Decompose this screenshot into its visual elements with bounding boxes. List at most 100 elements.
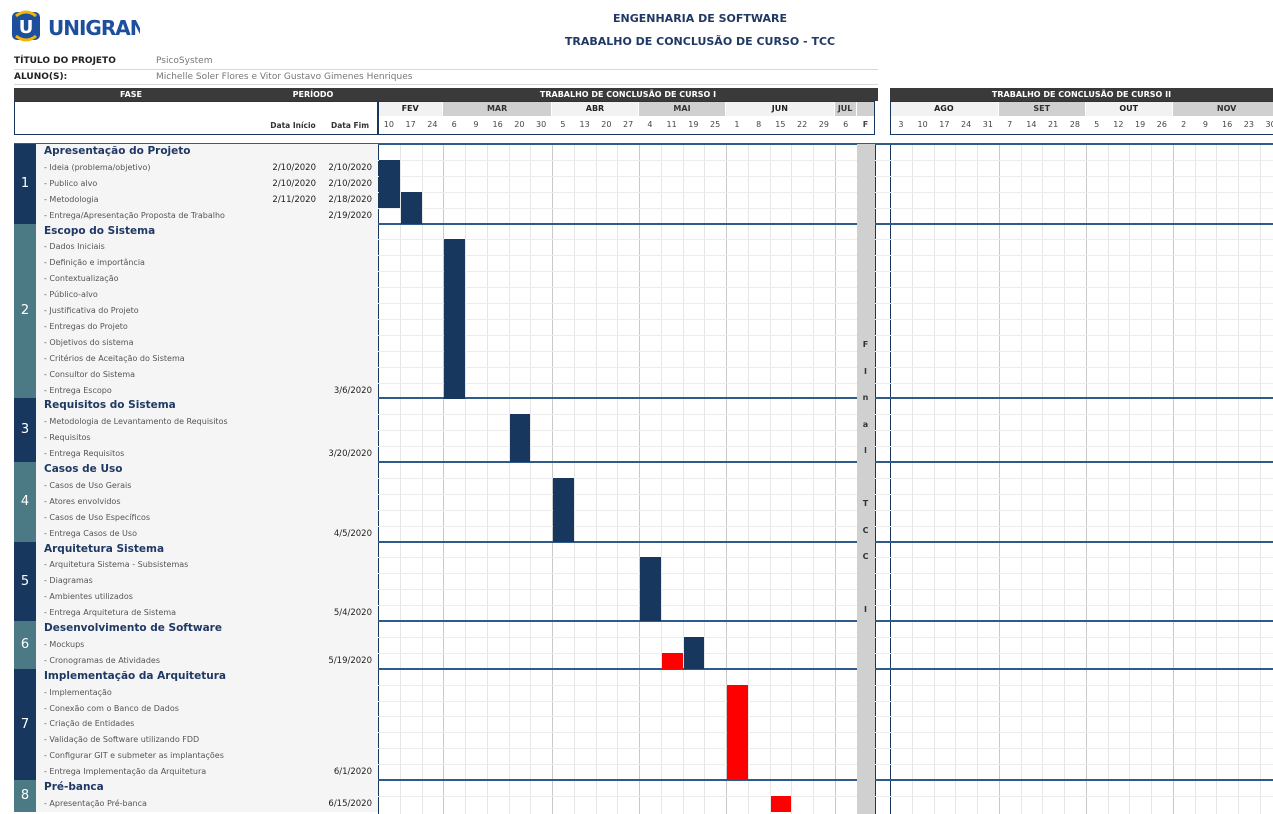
grid-vline bbox=[704, 144, 706, 814]
phase-title: Casos de Uso bbox=[44, 463, 123, 475]
task-name: - Casos de Uso Específicos bbox=[44, 512, 151, 522]
task-name: - Mockups bbox=[44, 639, 85, 649]
grid-vline bbox=[617, 144, 619, 814]
final-marker-letter: F bbox=[862, 340, 869, 349]
grid-vline bbox=[421, 144, 423, 814]
grid-vline bbox=[486, 144, 488, 814]
students-value: Michelle Soler Flores e Vitor Gustavo Gi… bbox=[156, 72, 413, 82]
grid-vline bbox=[1020, 144, 1022, 814]
data-inicio-header: Data Início bbox=[270, 121, 316, 130]
task-end-date: 2/10/2020 bbox=[328, 162, 372, 173]
gantt-bar bbox=[553, 477, 574, 495]
phase-number: 8 bbox=[14, 780, 36, 812]
task-name: - Configurar GIT e submeter as implantaç… bbox=[44, 751, 224, 761]
tcc2-header-box bbox=[890, 101, 1273, 135]
grid-vline bbox=[1129, 144, 1131, 814]
task-start-date: 2/11/2020 bbox=[272, 194, 316, 205]
gantt-bar bbox=[553, 509, 574, 527]
task-name: - Criação de Entidades bbox=[44, 719, 135, 729]
task-name: - Entrega Casos de Uso bbox=[44, 528, 137, 538]
gantt-bar bbox=[444, 255, 465, 272]
task-start-date: 2/10/2020 bbox=[272, 162, 316, 173]
grid-vline bbox=[508, 144, 510, 814]
final-column-strip bbox=[856, 144, 875, 814]
task-name: - Ambientes utilizados bbox=[44, 592, 133, 602]
task-name: - Validação de Software utilizando FDD bbox=[44, 735, 200, 745]
grid-vline bbox=[1042, 144, 1044, 814]
data-fim-header: Data Fim bbox=[330, 121, 370, 130]
task-end-date: 2/18/2020 bbox=[328, 194, 372, 205]
task-end-date: 5/4/2020 bbox=[333, 608, 372, 619]
phase-number: 5 bbox=[14, 541, 36, 621]
task-name: - Ideia (problema/objetivo) bbox=[44, 162, 151, 172]
grid-vline bbox=[955, 144, 957, 814]
gantt-bar bbox=[553, 525, 574, 542]
gantt-bar bbox=[444, 382, 465, 399]
gantt-bar bbox=[444, 334, 465, 352]
grid-vline bbox=[573, 144, 575, 814]
final-marker-letter: I bbox=[864, 605, 867, 614]
task-name: - Metodologia de Levantamento de Requisi… bbox=[44, 417, 228, 427]
task-name: - Arquitetura Sistema - Subsistemas bbox=[44, 560, 189, 570]
grid-vline bbox=[399, 144, 401, 814]
gantt-bar bbox=[444, 303, 465, 320]
task-end-date: 2/10/2020 bbox=[328, 178, 372, 189]
gantt-bar bbox=[727, 684, 748, 701]
grid-vline bbox=[769, 144, 771, 814]
task-end-date: 4/5/2020 bbox=[333, 528, 372, 539]
grid-vline bbox=[933, 144, 935, 814]
final-marker-letter: l bbox=[864, 446, 867, 455]
periodo-header: PERÍODO bbox=[248, 88, 378, 101]
header-title-discipline: ENGENHARIA DE SOFTWARE bbox=[613, 12, 787, 25]
gantt-bar bbox=[444, 239, 465, 256]
grid-vline bbox=[1216, 144, 1218, 814]
phase-number: 4 bbox=[14, 462, 36, 542]
phase-title: Pré-banca bbox=[44, 781, 104, 793]
svg-text:U: U bbox=[19, 17, 34, 38]
grid-vline bbox=[1107, 144, 1109, 814]
final-marker-letter: a bbox=[862, 419, 869, 429]
gantt-bar bbox=[444, 271, 465, 288]
gantt-bar bbox=[661, 652, 683, 670]
month-separator bbox=[998, 144, 1000, 814]
gantt-bar bbox=[509, 414, 531, 431]
gantt-bar bbox=[640, 605, 661, 622]
panel-border bbox=[874, 144, 876, 814]
gantt-bar bbox=[400, 207, 422, 224]
panel-border bbox=[890, 144, 891, 814]
gantt-bar bbox=[727, 700, 748, 717]
svg-text:UNIGRAN: UNIGRAN bbox=[48, 16, 140, 40]
grid-vline bbox=[682, 144, 684, 814]
task-name: - Critérios de Aceitação do Sistema bbox=[44, 353, 185, 363]
task-start-date: 2/10/2020 bbox=[272, 178, 316, 189]
phase-title: Implementação da Arquitetura bbox=[44, 669, 226, 682]
tcc1-header-box bbox=[378, 101, 875, 135]
gantt-bar bbox=[770, 795, 792, 813]
divider bbox=[14, 69, 878, 70]
gantt-bar bbox=[444, 350, 465, 368]
gantt-bar bbox=[553, 493, 574, 511]
phase-number: 2 bbox=[14, 223, 36, 399]
gantt-bar bbox=[444, 287, 465, 304]
tcc2-header: TRABALHO DE CONCLUSÃO DE CURSO II bbox=[890, 88, 1273, 101]
fase-header: FASE bbox=[14, 88, 248, 101]
task-name: - Entrega/Apresentação Proposta de Traba… bbox=[44, 210, 225, 220]
task-name: - Casos de Uso Gerais bbox=[44, 480, 132, 490]
unigran-logo: U UNIGRAN bbox=[10, 8, 146, 44]
grid-vline bbox=[1151, 144, 1152, 814]
task-name: - Entrega Escopo bbox=[44, 385, 112, 395]
task-name: - Dados Iniciais bbox=[44, 242, 105, 252]
task-name: - Objetivos do sistema bbox=[44, 337, 134, 347]
grid-vline bbox=[911, 144, 913, 814]
gantt-bar bbox=[727, 764, 748, 781]
gantt-bar bbox=[727, 716, 748, 733]
task-name: - Atores envolvidos bbox=[44, 496, 121, 506]
month-separator bbox=[1085, 144, 1087, 814]
phase-title: Arquitetura Sistema bbox=[44, 542, 165, 555]
task-name: - Justificativa do Projeto bbox=[44, 306, 139, 315]
task-name: - Consultor do Sistema bbox=[44, 369, 136, 379]
task-end-date: 6/15/2020 bbox=[328, 798, 372, 809]
gantt-bar bbox=[683, 652, 705, 670]
project-title-label: TÍTULO DO PROJETO bbox=[14, 56, 116, 66]
task-name: - Apresentação Pré-banca bbox=[44, 798, 147, 808]
